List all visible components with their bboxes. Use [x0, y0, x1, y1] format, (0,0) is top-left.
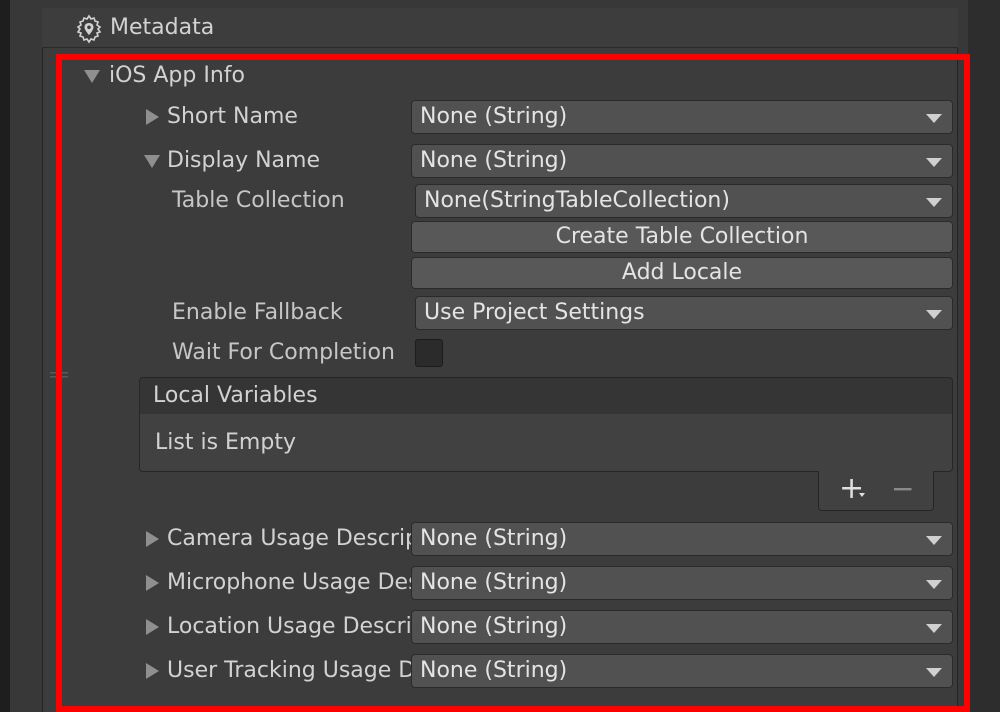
enable-fallback-value: Use Project Settings — [424, 300, 645, 325]
chevron-down-icon — [926, 536, 942, 545]
display-name-label: Display Name — [167, 148, 320, 173]
location-usage-value: None (String) — [420, 614, 568, 639]
display-name-value: None (String) — [420, 148, 568, 173]
camera-usage-dropdown[interactable]: None (String) — [411, 522, 953, 556]
chevron-down-icon — [926, 114, 942, 123]
ios-app-info-label[interactable]: iOS App Info — [109, 61, 245, 91]
user-tracking-usage-label: User Tracking Usage Description — [167, 658, 411, 683]
location-usage-label: Location Usage Description — [167, 614, 411, 639]
local-variables-list: List is Empty — [139, 414, 953, 472]
drag-handle-icon[interactable] — [50, 370, 68, 380]
camera-usage-label: Camera Usage Description — [167, 526, 411, 551]
left-panel-edge — [0, 0, 10, 712]
chevron-down-icon — [926, 668, 942, 677]
user-tracking-usage-foldout-arrow[interactable] — [146, 663, 159, 679]
microphone-usage-dropdown[interactable]: None (String) — [411, 566, 953, 600]
user-tracking-usage-dropdown[interactable]: None (String) — [411, 654, 953, 688]
user-tracking-usage-value: None (String) — [420, 658, 568, 683]
display-name-dropdown[interactable]: None (String) — [411, 144, 953, 178]
microphone-usage-label: Microphone Usage Description — [167, 570, 411, 595]
metadata-title: Metadata — [110, 15, 215, 40]
chevron-down-icon — [926, 310, 942, 319]
table-collection-dropdown[interactable]: None(StringTableCollection) — [415, 184, 953, 218]
chevron-down-icon — [926, 580, 942, 589]
ios-app-info-foldout-arrow[interactable] — [84, 70, 100, 83]
chevron-down-icon — [926, 158, 942, 167]
local-variables-footer: + − — [818, 471, 934, 511]
local-variables-header: Local Variables — [139, 377, 953, 415]
camera-usage-value: None (String) — [420, 526, 568, 551]
microphone-usage-foldout-arrow[interactable] — [146, 575, 159, 591]
add-locale-button[interactable]: Add Locale — [411, 257, 953, 289]
add-item-button[interactable]: + — [839, 471, 864, 507]
chevron-down-icon — [926, 198, 942, 207]
enable-fallback-dropdown[interactable]: Use Project Settings — [415, 296, 953, 330]
chevron-down-icon — [926, 624, 942, 633]
location-usage-dropdown[interactable]: None (String) — [411, 610, 953, 644]
settings-location-icon — [76, 14, 102, 44]
right-panel-edge — [968, 0, 1000, 712]
short-name-foldout-arrow[interactable] — [146, 109, 159, 125]
short-name-label: Short Name — [167, 104, 298, 129]
remove-item-button[interactable]: − — [891, 471, 914, 507]
wait-for-completion-checkbox[interactable] — [415, 339, 443, 367]
list-empty-text: List is Empty — [155, 430, 296, 455]
short-name-dropdown[interactable]: None (String) — [411, 100, 953, 134]
wait-for-completion-label: Wait For Completion — [172, 340, 395, 365]
table-collection-label: Table Collection — [172, 188, 345, 213]
microphone-usage-value: None (String) — [420, 570, 568, 595]
add-menu-caret-icon — [859, 493, 865, 497]
create-table-collection-button[interactable]: Create Table Collection — [411, 221, 953, 253]
display-name-foldout-arrow[interactable] — [144, 155, 160, 168]
table-collection-value: None(StringTableCollection) — [424, 188, 730, 213]
local-variables-title: Local Variables — [153, 383, 318, 408]
camera-usage-foldout-arrow[interactable] — [146, 531, 159, 547]
location-usage-foldout-arrow[interactable] — [146, 619, 159, 635]
short-name-value: None (String) — [420, 104, 568, 129]
enable-fallback-label: Enable Fallback — [172, 300, 343, 325]
